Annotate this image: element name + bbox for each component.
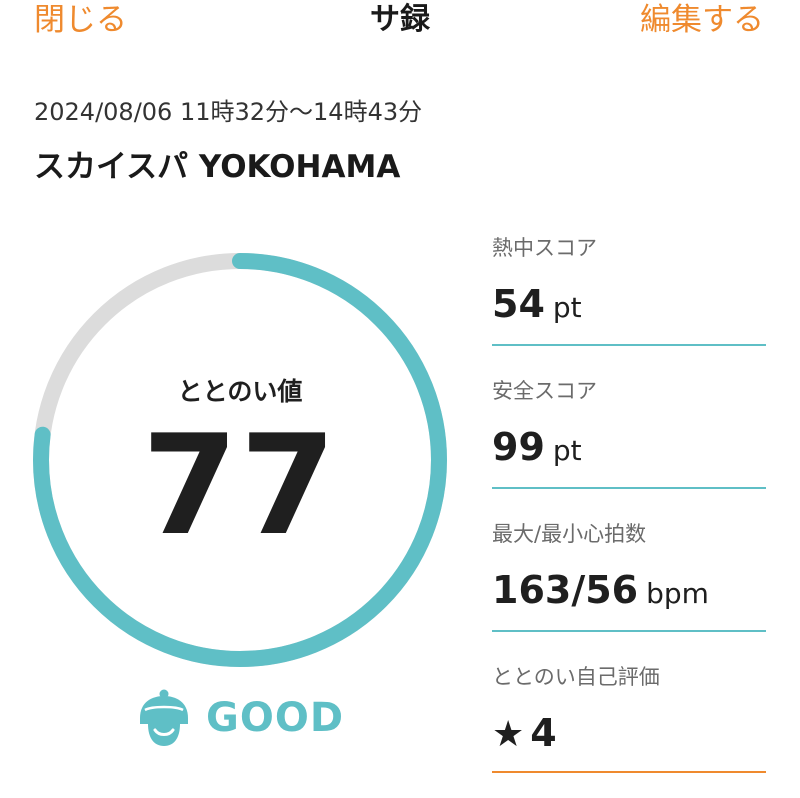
- star-icon: ★: [492, 714, 525, 755]
- facility-name: スカイスパ YOKOHAMA: [34, 149, 401, 185]
- totonoi-score-ring: ととのい値 77: [26, 246, 454, 674]
- hooded-face-icon: [140, 689, 188, 746]
- totonoi-value: 77: [141, 405, 339, 566]
- heart-rate-value: 163/56 bpm: [492, 566, 766, 618]
- heat-score-unit: pt: [552, 291, 582, 324]
- divider-teal: [492, 630, 766, 632]
- heart-rate-unit: bpm: [646, 577, 709, 610]
- stat-heart-rate: 最大/最小心拍数 163/56 bpm: [492, 520, 766, 632]
- edit-button[interactable]: 編集する: [640, 0, 764, 40]
- heart-rate-label: 最大/最小心拍数: [492, 522, 647, 546]
- heat-score-value: 54 pt: [492, 280, 766, 332]
- heat-score-number: 54: [492, 282, 545, 326]
- rating-label: GOOD: [206, 695, 345, 741]
- heat-score-label: 熱中スコア: [492, 236, 597, 260]
- session-datetime: 2024/08/06 11時32分〜14時43分: [34, 98, 423, 126]
- self-rating-number: 4: [530, 711, 557, 755]
- safety-score-unit: pt: [552, 434, 582, 467]
- safety-score-label: 安全スコア: [492, 379, 597, 403]
- self-rating-label: ととのい自己評価: [492, 665, 660, 689]
- safety-score-value: 99 pt: [492, 423, 766, 475]
- divider-orange: [492, 771, 766, 773]
- stat-self-rating: ととのい自己評価 ★ 4: [492, 663, 766, 773]
- totonoi-rating: GOOD: [136, 686, 344, 750]
- self-rating-value: ★ 4: [492, 709, 766, 759]
- top-nav-bar: 閉じる サ録 編集する: [0, 0, 800, 44]
- stat-heat-score: 熱中スコア 54 pt: [492, 234, 766, 346]
- stat-safety-score: 安全スコア 99 pt: [492, 377, 766, 489]
- divider-teal: [492, 487, 766, 489]
- heart-rate-number: 163/56: [492, 568, 639, 612]
- safety-score-number: 99: [492, 425, 545, 469]
- divider-teal: [492, 344, 766, 346]
- totonoi-label: ととのい値: [177, 377, 303, 406]
